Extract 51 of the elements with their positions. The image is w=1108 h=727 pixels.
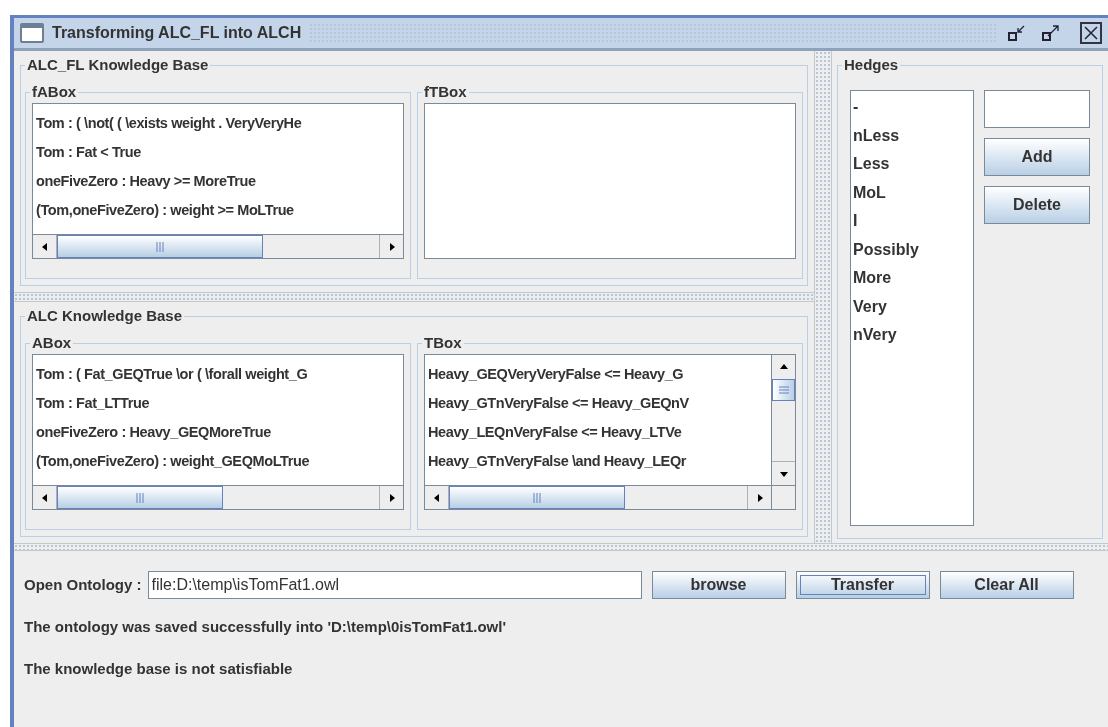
list-item[interactable]: Possibly [853, 235, 973, 264]
list-line: Tom : ( \not( ( \exists weight . VeryVeryHe [36, 114, 302, 133]
input-field[interactable]: file:D:\temp\isTomFat1.owl [147, 571, 642, 599]
list-item[interactable]: MoL [853, 178, 973, 207]
close-button[interactable] [1080, 22, 1102, 44]
window-title: Transforming ALC_FL into ALCH [52, 23, 302, 43]
text-area[interactable]: Tom : ( Fat_GEQTrue \or ( \forall weight_G Tom : Fat_LTTrue oneFiveZero : Heavy_GEQMoreTrue (Tom,oneFiveZero) : weight_GEQMoLTrue [32, 354, 404, 510]
list-line: Heavy_GTnVeryFalse <= Heavy_GEQnV [428, 394, 689, 413]
grip-icon [156, 241, 164, 252]
hedge-list[interactable]: - nLess Less MoL I Possibly More Very nVery [850, 90, 974, 526]
action-button[interactable]: browse [651, 571, 786, 599]
list-line: Tom : ( Fat_GEQTrue \or ( \forall weight_G [36, 365, 308, 384]
group-title: ALC_FL Knowledge Base [25, 56, 211, 74]
list-line: Heavy_LEQnVeryFalse <= Heavy_LTVe [428, 423, 682, 442]
horizontal-scrollbar[interactable] [425, 485, 771, 509]
text-area[interactable]: Heavy_GEQVeryVeryFalse <= Heavy_G Heavy_GTnVeryFalse <= Heavy_GEQnV Heavy_LEQnVeryFalse <= Heavy_LTVe Heavy_GTnVeryFalse \and Heavy_LEQr [424, 354, 796, 510]
horizontal-scrollbar[interactable] [33, 485, 403, 509]
list-item[interactable]: nVery [853, 321, 973, 350]
status-message: The ontology was saved successfully into 'D:\temp\0isTomFat1.owl' [24, 617, 507, 637]
list-line: Heavy_GTnVeryFalse \and Heavy_LEQr [428, 452, 686, 471]
input-field[interactable] [984, 90, 1090, 128]
list-item[interactable]: Less [853, 150, 973, 179]
list-item[interactable]: Very [853, 292, 973, 321]
group-title: ALC Knowledge Base [25, 307, 185, 325]
list-item[interactable]: - [853, 93, 973, 122]
text-area[interactable]: Tom : ( \not( ( \exists weight . VeryVeryHe Tom : Fat < True oneFiveZero : Heavy >= MoreTrue (Tom,oneFiveZero) : weight >= MoLTrue [32, 103, 404, 259]
group-title: Hedges [842, 56, 901, 74]
list-line: Tom : Fat_LTTrue [36, 394, 150, 413]
status-message: The knowledge base is not satisfiable [24, 659, 294, 679]
list-line: Tom : Fat < True [36, 143, 141, 162]
action-button[interactable]: Clear All [939, 571, 1074, 599]
scrollbar-corner [771, 485, 795, 509]
list-line: (Tom,oneFiveZero) : weight_GEQMoLTrue [36, 452, 310, 471]
grip-icon [136, 492, 144, 503]
list-line: oneFiveZero : Heavy >= MoreTrue [36, 172, 256, 191]
list-item[interactable]: nLess [853, 121, 973, 150]
up-arrow-icon [778, 362, 789, 372]
list-item[interactable]: I [853, 207, 973, 236]
hedge-button[interactable]: Add [984, 138, 1090, 176]
list-line: oneFiveZero : Heavy_GEQMoreTrue [36, 423, 271, 442]
field-label: Open Ontology : [24, 574, 142, 595]
hedge-button[interactable]: Delete [984, 186, 1090, 224]
list-item[interactable]: More [853, 264, 973, 293]
vertical-scrollbar[interactable] [771, 355, 795, 485]
horizontal-scrollbar[interactable] [33, 234, 403, 258]
list-line: (Tom,oneFiveZero) : weight >= MoLTrue [36, 201, 294, 220]
grip-icon [778, 386, 789, 394]
action-button[interactable]: Transfer [795, 571, 930, 599]
grip-icon [533, 492, 541, 503]
list-line: Heavy_GEQVeryVeryFalse <= Heavy_G [428, 365, 684, 384]
window-icon [20, 23, 44, 43]
